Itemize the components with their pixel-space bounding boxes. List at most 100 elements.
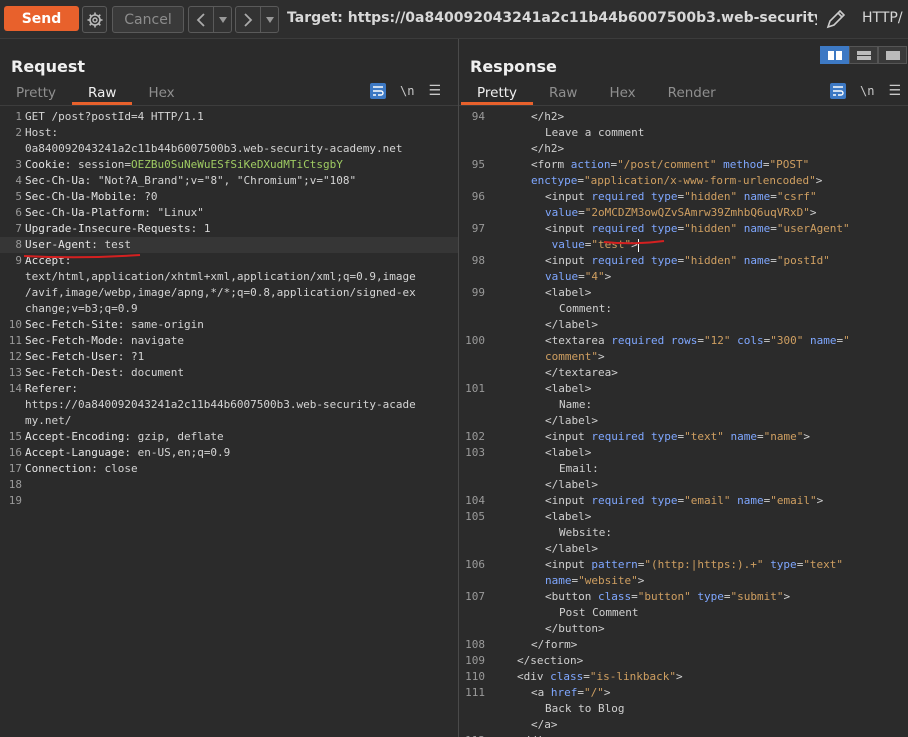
request-line-text: my.net/ <box>25 414 72 427</box>
header-name: Sec-Fetch-Site <box>25 318 118 331</box>
syntax-token-tag: </label> <box>545 414 598 427</box>
syntax-token-tag: <input <box>545 494 592 507</box>
line-number: 4 <box>15 174 22 187</box>
newline-toggle-icon[interactable]: \n <box>400 84 414 98</box>
syntax-token-str: "hidden" <box>684 222 738 235</box>
line-number: 16 <box>8 446 22 459</box>
response-tab-pretty[interactable]: Pretty <box>461 83 534 105</box>
syntax-token-tag <box>737 254 744 267</box>
syntax-token-tag: <input <box>545 222 592 235</box>
hamburger-menu-icon[interactable]: ☰ <box>428 83 441 99</box>
syntax-token-txt: Back to Blog <box>545 702 625 715</box>
response-tab-hex[interactable]: Hex <box>593 83 651 105</box>
line-number <box>459 605 489 621</box>
syntax-token-tag: <label> <box>545 382 592 395</box>
back-dropdown-chevron-icon[interactable] <box>214 7 231 32</box>
response-line-text: Comment: <box>489 301 908 317</box>
response-line-text: </div> <box>489 733 908 737</box>
response-line-text: <label> <box>489 445 908 461</box>
request-line-text: Sec-Fetch-Dest: document <box>25 366 184 379</box>
syntax-token-tag: </a> <box>531 718 558 731</box>
edit-pencil-icon[interactable] <box>825 8 847 34</box>
line-number: 18 <box>8 478 22 491</box>
header-name: Sec-Ch-Ua-Platform <box>25 206 145 219</box>
forward-arrow-icon[interactable] <box>236 7 261 32</box>
settings-gear-icon[interactable] <box>82 6 107 33</box>
line-number <box>459 541 489 557</box>
syntax-token-attr: rows <box>670 334 698 347</box>
request-line-text: 0a840092043241a2c11b44b6007500b3.web-sec… <box>25 142 403 155</box>
syntax-token-tag: </h2> <box>531 142 565 155</box>
forward-dropdown-chevron-icon[interactable] <box>261 7 278 32</box>
line-number: 103 <box>465 446 485 459</box>
request-line-text: text/html,application/xhtml+xml,applicat… <box>25 270 416 283</box>
line-number <box>459 301 489 317</box>
line-number: 98 <box>471 254 485 267</box>
response-line: Leave a comment <box>459 125 908 141</box>
line-number <box>0 413 25 429</box>
request-tab-pretty[interactable]: Pretty <box>0 83 72 105</box>
cancel-button[interactable]: Cancel <box>112 6 184 33</box>
line-number: 102 <box>465 430 485 443</box>
response-line: </button> <box>459 621 908 637</box>
request-line-text <box>25 493 458 509</box>
hamburger-menu-icon[interactable]: ☰ <box>888 83 901 99</box>
syntax-token-str: "is-linkback" <box>589 670 676 683</box>
response-line-text: <form action="/post/comment" method="POS… <box>489 157 908 173</box>
response-line: Post Comment <box>459 605 908 621</box>
syntax-token-attr: name <box>743 222 771 235</box>
syntax-token-tag: > <box>675 670 683 683</box>
response-line: Comment: <box>459 301 908 317</box>
line-number <box>459 573 489 589</box>
http-version-label: HTTP/ <box>862 10 903 26</box>
response-line-text: </label> <box>489 477 908 493</box>
request-tab-raw[interactable]: Raw <box>72 83 133 105</box>
syntax-token-attr: enctype <box>531 174 578 187</box>
syntax-token-tag: <input <box>545 430 592 443</box>
response-line: 96 <input required type="hidden" name="cs… <box>459 189 908 205</box>
syntax-token-attr: name <box>545 574 572 587</box>
request-line-text: /avif,image/webp,image/apng,*/*;q=0.8,ap… <box>25 286 416 299</box>
response-line: 101 <label> <box>459 381 908 397</box>
request-editor[interactable]: 1 GET /post?postId=4 HTTP/1.1 2 Host: 0a8400… <box>0 109 458 737</box>
response-line-text: <label> <box>489 381 908 397</box>
line-number: 12 <box>8 350 22 363</box>
syntax-token-tag: = <box>697 334 704 347</box>
header-name: Referer <box>25 382 72 395</box>
response-line: 106 <input pattern="(http:|https:).+" typ… <box>459 557 908 573</box>
syntax-token-tag: > <box>637 574 645 587</box>
response-tab-raw[interactable]: Raw <box>533 83 593 105</box>
word-wrap-icon[interactable] <box>370 83 386 99</box>
line-number <box>459 717 489 733</box>
stacked-layout-icon[interactable] <box>849 46 878 64</box>
line-number: 111 <box>465 686 485 699</box>
back-arrow-icon[interactable] <box>189 7 214 32</box>
side-by-side-layout-icon[interactable] <box>820 46 849 64</box>
newline-toggle-icon[interactable]: \n <box>860 84 874 98</box>
single-pane-layout-icon[interactable] <box>878 46 907 64</box>
request-editor-tools: \n ☰ <box>370 83 441 99</box>
line-number: 110 <box>465 670 485 683</box>
syntax-token-tag: > <box>816 494 824 507</box>
send-button[interactable]: Send <box>4 6 79 31</box>
response-line: enctype="application/x-www-form-urlencod… <box>459 173 908 189</box>
line-number <box>459 317 489 333</box>
request-line-text: GET /post?postId=4 HTTP/1.1 <box>25 110 204 123</box>
response-line-text: </button> <box>489 621 908 637</box>
response-line-text: <label> <box>489 285 908 301</box>
line-number <box>459 237 489 253</box>
syntax-token-attr: required <box>591 222 645 235</box>
response-line-text: <input required type="hidden" name="csrf… <box>489 189 908 205</box>
word-wrap-icon[interactable] <box>830 83 846 99</box>
response-line: 95 <form action="/post/comment" method="P… <box>459 157 908 173</box>
syntax-token-attr: name <box>730 430 757 443</box>
syntax-token-tag: <label> <box>545 446 592 459</box>
response-editor[interactable]: 94 </h2> Leave a comment </h2> 95 <form actio… <box>459 109 908 737</box>
cookie-value: OEZBu0SuNeWuESfSiKeDXudMTiCtsgbY <box>130 158 343 171</box>
syntax-token-str: "hidden" <box>684 254 738 267</box>
request-tab-hex[interactable]: Hex <box>132 83 190 105</box>
syntax-token-attr: value <box>551 238 585 251</box>
syntax-token-str: "(http:|https:).+" <box>644 558 764 571</box>
request-line: 10 Sec-Fetch-Site: same-origin <box>0 317 458 333</box>
response-tab-render[interactable]: Render <box>652 83 732 105</box>
